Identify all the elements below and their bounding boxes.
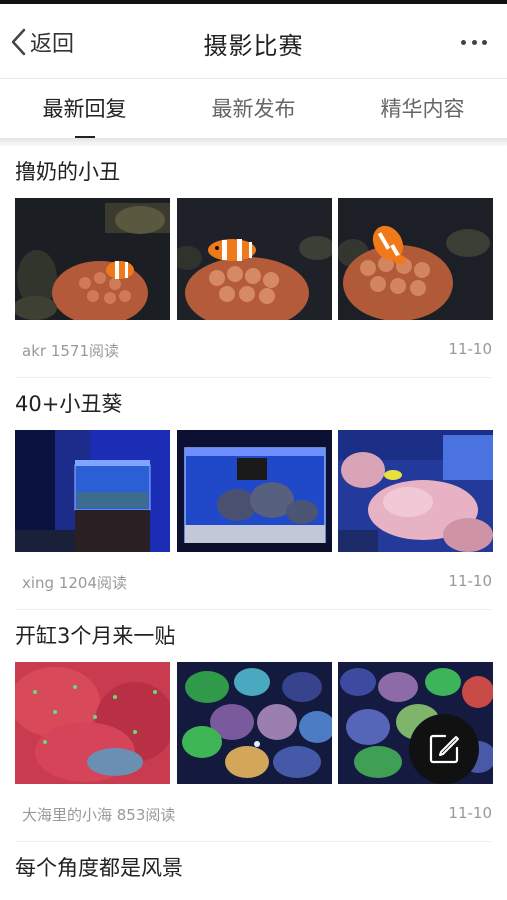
post-image[interactable] xyxy=(338,430,493,552)
compose-icon xyxy=(429,734,459,764)
post-date: 11-10 xyxy=(448,804,492,822)
tab-label: 最新回复 xyxy=(42,97,127,121)
post-image[interactable] xyxy=(15,662,170,784)
post-meta: 大海里的小海 853阅读 11-10 xyxy=(0,784,507,842)
post-author-views: xing 1204阅读 xyxy=(22,574,128,592)
tab-featured[interactable]: 精华内容 xyxy=(338,79,507,139)
post-date: 11-10 xyxy=(448,572,492,590)
tab-latest-post[interactable]: 最新发布 xyxy=(169,79,338,139)
post-thumbnails xyxy=(0,198,507,320)
more-button[interactable] xyxy=(461,32,487,52)
tab-bar: 最新回复 最新发布 精华内容 xyxy=(0,78,507,139)
post-image[interactable] xyxy=(15,198,170,320)
post-image[interactable] xyxy=(177,198,332,320)
page-title: 摄影比赛 xyxy=(203,32,304,60)
nav-header: 返回 摄影比赛 xyxy=(0,4,507,78)
post-item[interactable]: 每个角度都是风景 xyxy=(0,842,507,894)
post-item[interactable]: 撸奶的小丑 akr 1571阅读 11-10 xyxy=(0,146,507,378)
post-image[interactable] xyxy=(177,662,332,784)
tab-label: 最新发布 xyxy=(211,97,296,121)
post-title: 每个角度都是风景 xyxy=(15,856,183,880)
post-item[interactable]: 40+小丑葵 xing 1204阅读 11-10 xyxy=(0,378,507,610)
post-image[interactable] xyxy=(338,198,493,320)
post-date: 11-10 xyxy=(448,340,492,358)
tab-label: 精华内容 xyxy=(380,97,465,121)
compose-button[interactable] xyxy=(409,714,479,784)
tab-latest-reply[interactable]: 最新回复 xyxy=(0,79,169,139)
more-horizontal-icon xyxy=(461,39,466,45)
post-meta: xing 1204阅读 11-10 xyxy=(0,552,507,610)
post-image[interactable] xyxy=(15,430,170,552)
post-title: 40+小丑葵 xyxy=(15,392,123,416)
post-author-views: 大海里的小海 853阅读 xyxy=(22,806,176,824)
post-title: 撸奶的小丑 xyxy=(15,160,120,184)
post-image[interactable] xyxy=(177,430,332,552)
post-author-views: akr 1571阅读 xyxy=(22,342,119,360)
post-meta: akr 1571阅读 11-10 xyxy=(0,320,507,378)
tab-shadow xyxy=(0,138,507,146)
post-thumbnails xyxy=(0,430,507,552)
post-title: 开缸3个月来一贴 xyxy=(15,624,176,648)
